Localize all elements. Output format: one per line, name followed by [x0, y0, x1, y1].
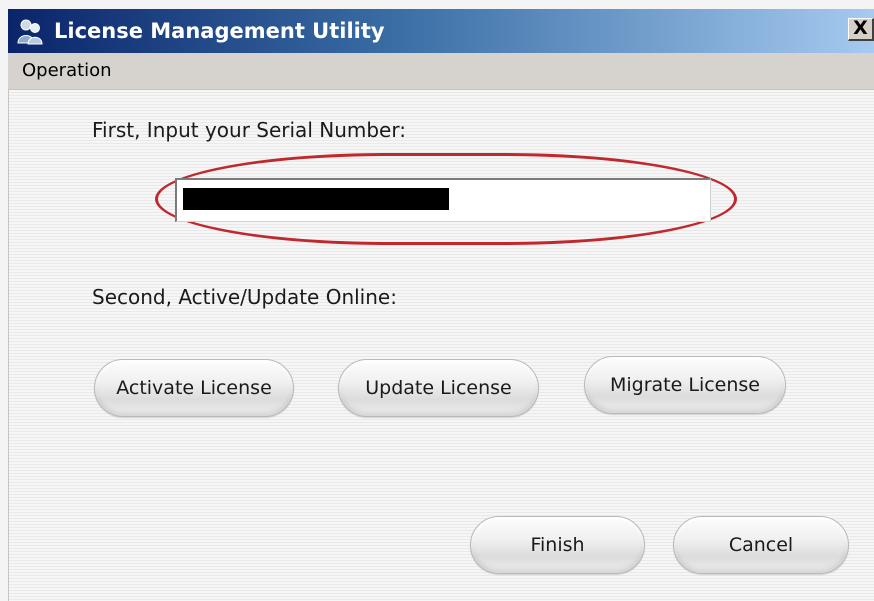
license-management-window: License Management Utility X Operation F…	[0, 0, 874, 601]
migrate-license-button[interactable]: Migrate License	[584, 356, 786, 414]
content-panel: First, Input your Serial Number: Second,…	[8, 90, 874, 601]
serial-number-label: First, Input your Serial Number:	[92, 118, 406, 142]
close-button[interactable]: X	[848, 18, 874, 41]
menu-bar: Operation	[8, 53, 874, 90]
serial-number-input[interactable]	[175, 178, 711, 222]
activate-license-button[interactable]: Activate License	[94, 359, 294, 417]
window-title: License Management Utility	[54, 19, 385, 43]
title-bar[interactable]: License Management Utility X	[8, 9, 874, 53]
update-license-button[interactable]: Update License	[338, 359, 539, 417]
cancel-button[interactable]: Cancel	[673, 516, 849, 574]
menu-item-operation[interactable]: Operation	[22, 61, 112, 81]
close-icon: X	[853, 17, 868, 39]
finish-button[interactable]: Finish	[470, 516, 645, 574]
redacted-serial-value	[183, 188, 449, 210]
online-activation-label: Second, Active/Update Online:	[92, 285, 397, 309]
users-icon	[16, 17, 44, 45]
